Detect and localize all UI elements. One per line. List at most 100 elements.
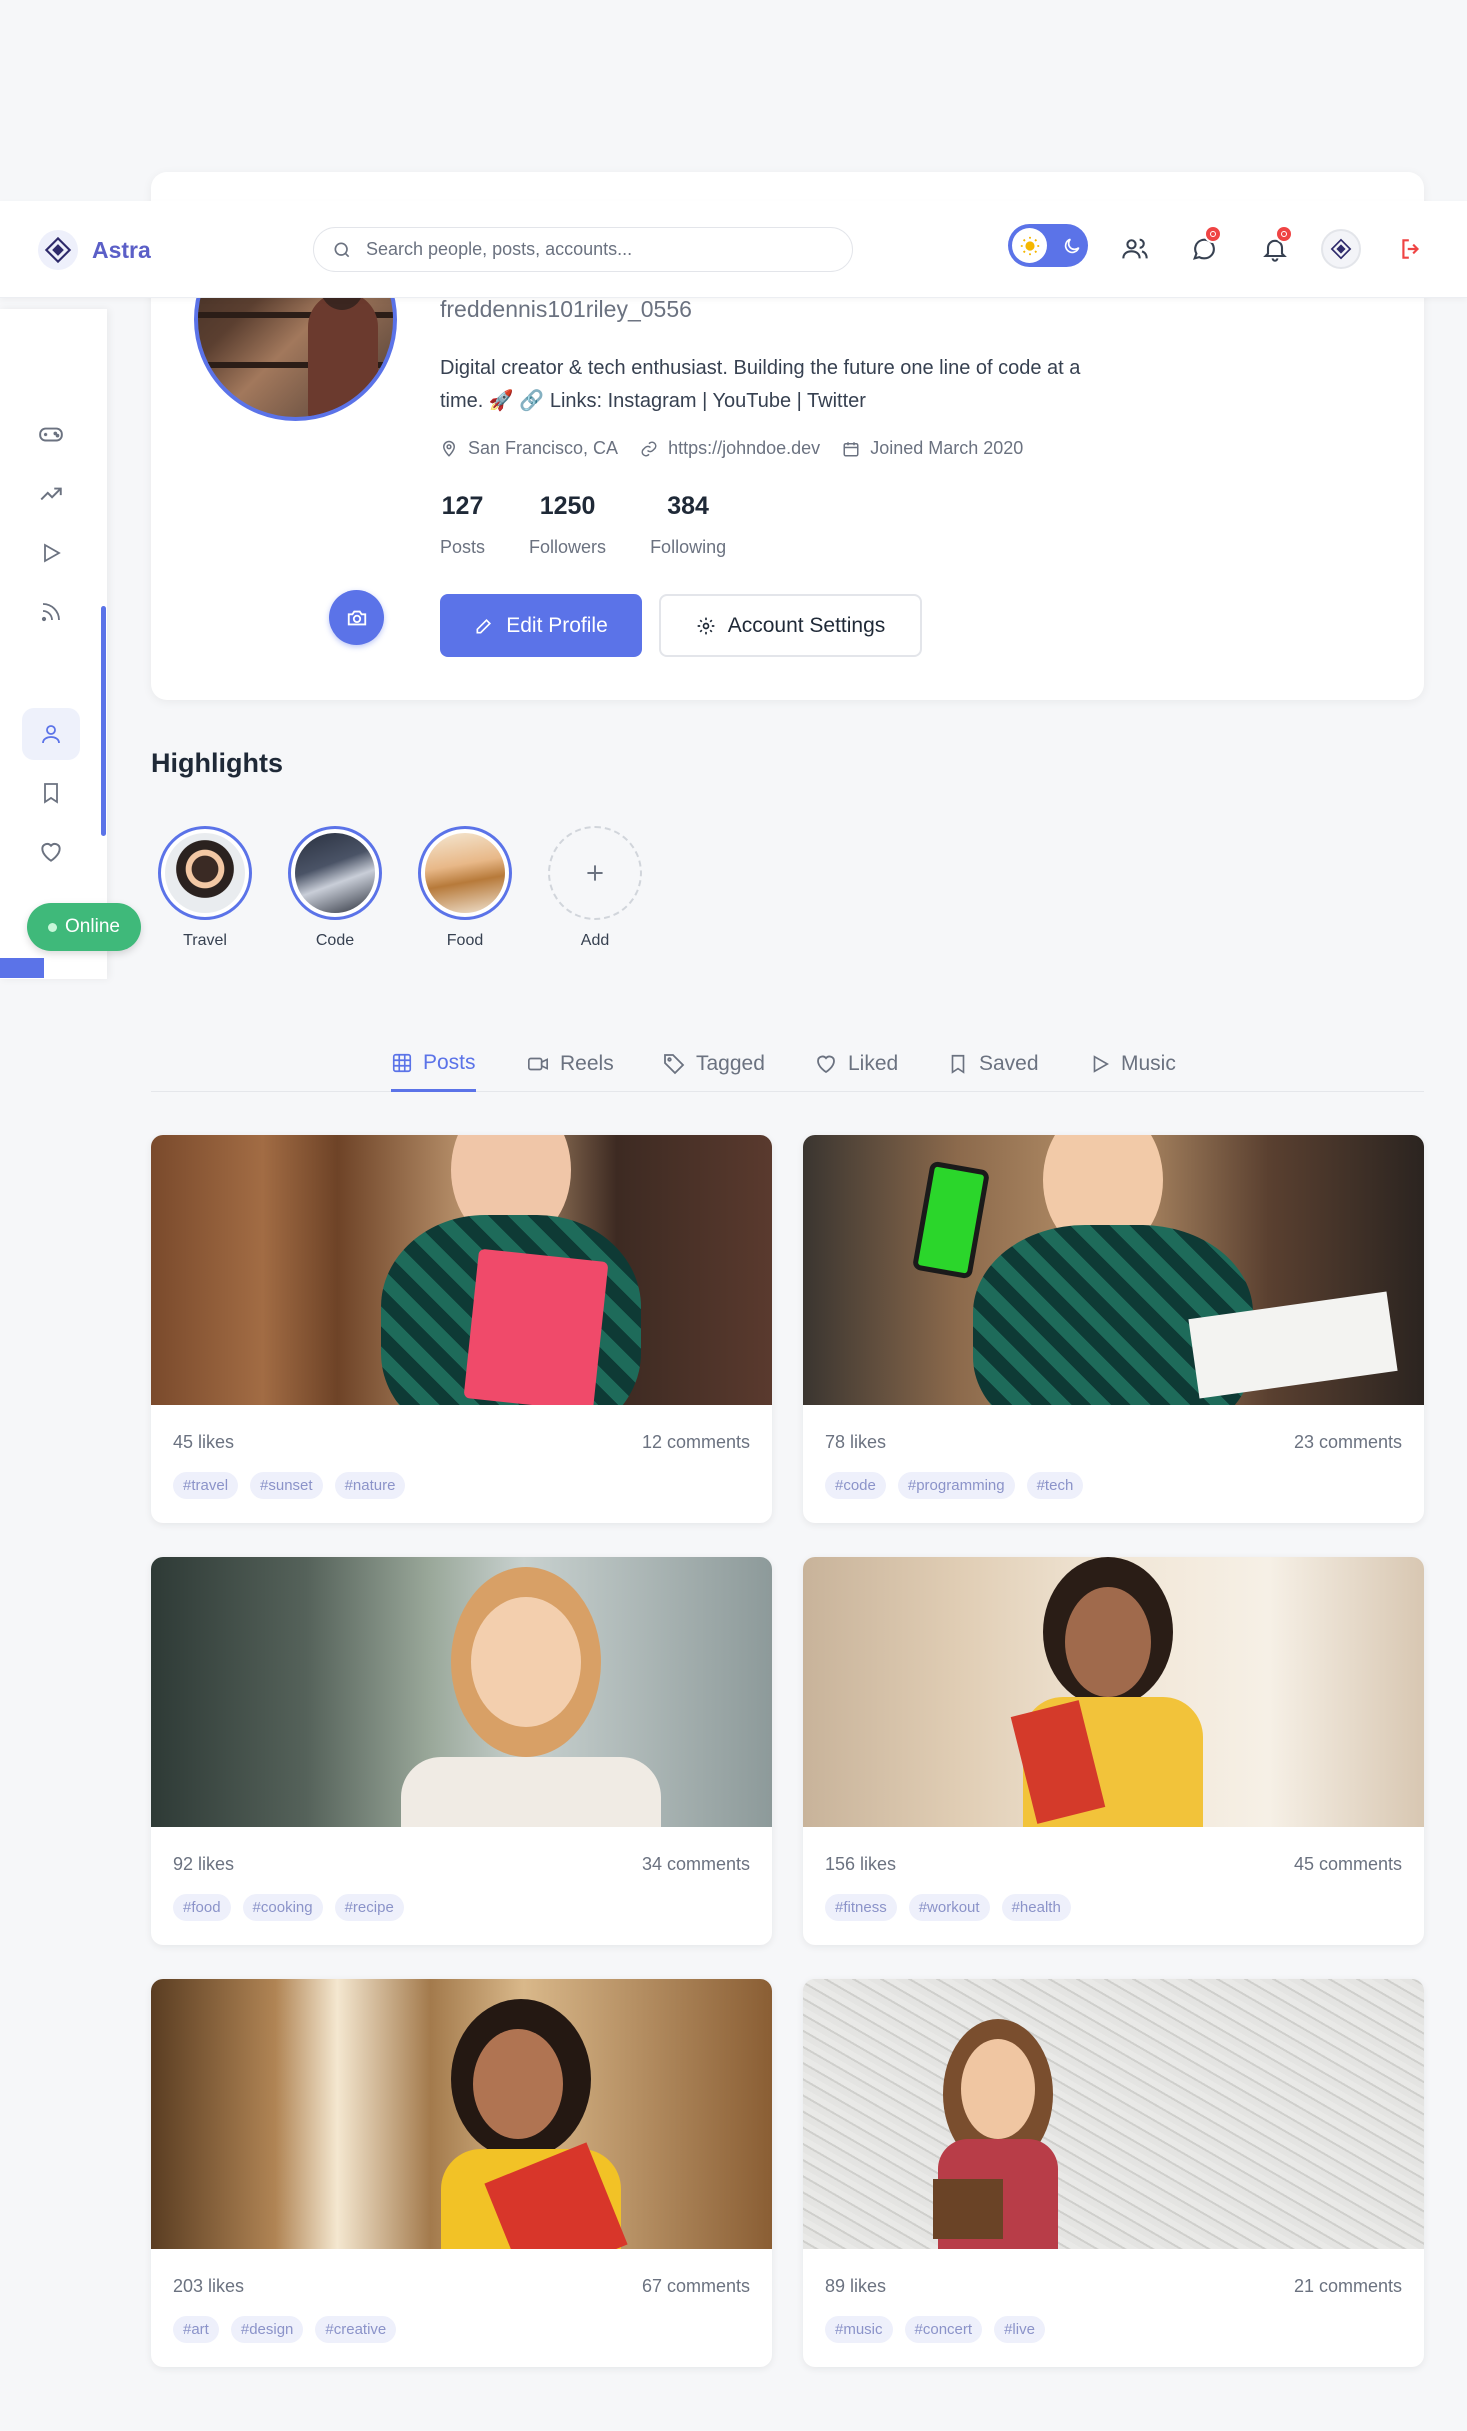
notifications-badge xyxy=(1275,225,1293,243)
camera-icon xyxy=(347,610,366,625)
sidebar-item-feed[interactable] xyxy=(22,586,80,638)
post-comments[interactable]: 67 comments xyxy=(642,2276,750,2297)
post-likes[interactable]: 156 likes xyxy=(825,1854,896,1875)
tab-music[interactable]: Music xyxy=(1089,1036,1176,1092)
sidebar-item-trending[interactable] xyxy=(22,468,80,520)
post-tag[interactable]: #sunset xyxy=(250,1472,323,1499)
grid-icon xyxy=(392,1053,412,1072)
user-icon xyxy=(42,725,60,744)
post-tag[interactable]: #tech xyxy=(1026,1472,1084,1499)
post-comments[interactable]: 21 comments xyxy=(1294,2276,1402,2297)
notifications-button[interactable] xyxy=(1255,225,1295,269)
stat-followers[interactable]: 1250 Followers xyxy=(529,492,606,558)
theme-toggle[interactable] xyxy=(1008,224,1088,267)
friends-button[interactable] xyxy=(1115,229,1155,269)
sidebar-scrollbar[interactable] xyxy=(101,606,106,836)
tab-reels[interactable]: Reels xyxy=(526,1036,614,1092)
profile-stats: 127 Posts 1250 Followers 384 Following xyxy=(440,492,726,558)
post-tag[interactable]: #health xyxy=(1001,1894,1071,1921)
post-tag[interactable]: #live xyxy=(994,2316,1045,2343)
gear-icon xyxy=(697,617,715,634)
post-image[interactable] xyxy=(151,1979,772,2249)
post-tag[interactable]: #design xyxy=(230,2316,304,2343)
post-likes[interactable]: 89 likes xyxy=(825,2276,886,2297)
post-card[interactable]: 203 likes 67 comments #art #design #crea… xyxy=(151,1979,772,2367)
post-tag[interactable]: #concert xyxy=(904,2316,983,2343)
post-card[interactable]: 156 likes 45 comments #fitness #workout … xyxy=(803,1557,1424,1945)
profile-username: freddennis101riley_0556 xyxy=(440,296,692,322)
bookmark-icon xyxy=(951,1054,965,1074)
post-tag[interactable]: #food xyxy=(173,1894,231,1921)
tab-saved[interactable]: Saved xyxy=(947,1036,1039,1092)
post-image[interactable] xyxy=(803,1557,1424,1827)
post-image[interactable] xyxy=(151,1557,772,1827)
search-icon xyxy=(334,242,350,257)
play-icon xyxy=(44,543,61,563)
tag-icon xyxy=(664,1054,685,1075)
post-tag[interactable]: #workout xyxy=(908,1894,990,1921)
tab-tagged[interactable]: Tagged xyxy=(662,1036,765,1092)
post-likes[interactable]: 78 likes xyxy=(825,1432,886,1453)
post-comments[interactable]: 23 comments xyxy=(1294,1432,1402,1453)
top-nav: Astra xyxy=(0,201,1467,298)
tab-posts[interactable]: Posts xyxy=(391,1036,476,1092)
sidebar xyxy=(0,309,107,979)
post-tag[interactable]: #fitness xyxy=(825,1894,897,1921)
pencil-icon xyxy=(476,618,492,633)
add-highlight-button[interactable] xyxy=(548,826,642,920)
stat-posts[interactable]: 127 Posts xyxy=(440,492,485,558)
edit-profile-button[interactable]: Edit Profile xyxy=(440,594,642,657)
post-tag[interactable]: #cooking xyxy=(242,1894,323,1921)
user-avatar-button[interactable] xyxy=(1321,229,1361,269)
post-image[interactable] xyxy=(151,1135,772,1405)
post-tag[interactable]: #music xyxy=(825,2316,893,2343)
post-comments[interactable]: 12 comments xyxy=(642,1432,750,1453)
sidebar-item-videos[interactable] xyxy=(22,527,80,579)
post-likes[interactable]: 203 likes xyxy=(173,2276,244,2297)
messages-badge xyxy=(1204,225,1222,243)
post-image[interactable] xyxy=(803,1979,1424,2249)
profile-joined: Joined March 2020 xyxy=(870,438,1024,458)
bookmark-icon xyxy=(44,783,58,804)
post-image[interactable] xyxy=(803,1135,1424,1405)
post-card[interactable]: 92 likes 34 comments #food #cooking #rec… xyxy=(151,1557,772,1945)
profile-website[interactable]: https://johndoe.dev xyxy=(668,438,820,459)
sidebar-item-liked[interactable] xyxy=(22,826,80,878)
search-input[interactable] xyxy=(366,239,826,260)
logout-icon xyxy=(1402,239,1420,259)
post-tag[interactable]: #recipe xyxy=(334,1894,404,1921)
account-settings-button[interactable]: Account Settings xyxy=(659,594,922,657)
profile-meta: San Francisco, CA https://johndoe.dev Jo… xyxy=(440,438,1023,459)
messages-button[interactable] xyxy=(1184,225,1224,269)
highlight-code[interactable]: Code xyxy=(287,826,383,950)
post-tag[interactable]: #code xyxy=(825,1472,886,1499)
gamepad-icon xyxy=(39,427,63,442)
sidebar-item-profile[interactable] xyxy=(22,708,80,760)
highlight-add[interactable]: Add xyxy=(547,826,643,950)
change-photo-button[interactable] xyxy=(329,590,384,645)
post-card[interactable]: 89 likes 21 comments #music #concert #li… xyxy=(803,1979,1424,2367)
stat-following[interactable]: 384 Following xyxy=(650,492,726,558)
highlight-travel[interactable]: Travel xyxy=(157,826,253,950)
app-logo[interactable]: Astra xyxy=(38,230,151,270)
post-tag[interactable]: #art xyxy=(173,2316,219,2343)
search-bar[interactable] xyxy=(313,227,853,272)
post-tag[interactable]: #programming xyxy=(897,1472,1015,1499)
post-tag[interactable]: #creative xyxy=(315,2316,397,2343)
logout-button[interactable] xyxy=(1391,229,1431,269)
online-status-badge[interactable]: Online xyxy=(27,903,141,951)
post-card[interactable]: 78 likes 23 comments #code #programming … xyxy=(803,1135,1424,1523)
post-tag[interactable]: #nature xyxy=(334,1472,406,1499)
post-card[interactable]: 45 likes 12 comments #travel #sunset #na… xyxy=(151,1135,772,1523)
highlight-food[interactable]: Food xyxy=(417,826,513,950)
sidebar-item-saved[interactable] xyxy=(22,767,80,819)
post-tag[interactable]: #travel xyxy=(173,1472,239,1499)
post-comments[interactable]: 45 comments xyxy=(1294,1854,1402,1875)
post-likes[interactable]: 92 likes xyxy=(173,1854,234,1875)
heart-icon xyxy=(41,842,61,862)
post-likes[interactable]: 45 likes xyxy=(173,1432,234,1453)
sidebar-item-games[interactable] xyxy=(22,408,80,460)
post-comments[interactable]: 34 comments xyxy=(642,1854,750,1875)
tab-liked[interactable]: Liked xyxy=(814,1036,898,1092)
users-icon xyxy=(1122,238,1148,259)
